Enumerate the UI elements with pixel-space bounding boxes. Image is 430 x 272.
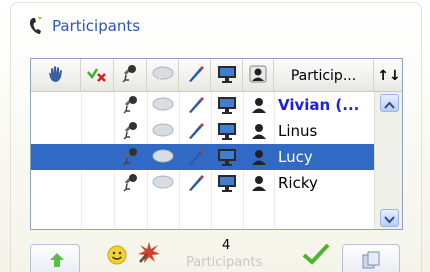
webcam-user-icon[interactable] — [243, 170, 274, 196]
panel-header[interactable]: Participants — [28, 10, 140, 42]
column-participant-name[interactable]: Particip... — [274, 59, 374, 92]
webcam-user-icon[interactable] — [243, 92, 274, 118]
chevron-up-icon — [384, 94, 395, 113]
microphone-icon[interactable] — [114, 144, 147, 170]
microphone-icon[interactable] — [114, 118, 147, 144]
pen-icon — [185, 64, 205, 88]
column-microphone[interactable] — [114, 59, 147, 92]
chat-bubble-icon[interactable] — [147, 92, 179, 118]
upload-button[interactable] — [30, 244, 80, 272]
participant-name: Vivian (... — [278, 96, 360, 114]
panel-title: Participants — [52, 17, 141, 35]
pen-icon[interactable] — [179, 170, 211, 196]
copy-button[interactable] — [342, 244, 400, 272]
participant-count-label: Participants — [186, 255, 263, 270]
sort-arrows-icon: ↑↓ — [377, 67, 401, 84]
burst-icon[interactable] — [136, 240, 162, 270]
raise-hand-icon — [46, 64, 66, 88]
chat-bubble-icon[interactable] — [147, 170, 179, 196]
column-webcam[interactable] — [243, 59, 274, 92]
column-status[interactable] — [81, 59, 114, 92]
participant-row[interactable]: Ricky — [31, 170, 374, 196]
pen-icon[interactable] — [179, 144, 211, 170]
pen-icon[interactable] — [179, 118, 211, 144]
participant-count: 4 — [222, 238, 231, 253]
webcam-user-icon[interactable] — [243, 118, 274, 144]
column-pen[interactable] — [179, 59, 211, 92]
upload-arrow-icon — [47, 251, 67, 271]
scroll-down-button[interactable] — [380, 209, 399, 227]
checkmark-icon[interactable] — [302, 242, 330, 270]
vertical-scrollbar[interactable] — [374, 92, 402, 229]
participant-name: Ricky — [278, 174, 318, 192]
scroll-up-button[interactable] — [380, 94, 399, 112]
participants-footer: 4 Participants — [0, 236, 430, 272]
participant-row[interactable]: Lucy — [31, 144, 374, 170]
smiley-icon[interactable] — [106, 244, 128, 270]
copy-icon — [361, 251, 381, 272]
column-screen[interactable] — [211, 59, 243, 92]
microphone-icon[interactable] — [114, 170, 147, 196]
webcam-user-icon — [247, 64, 269, 88]
microphone-icon — [120, 64, 140, 88]
participants-grid[interactable]: Particip... ↑↓ Vivian (... Linus Lucy Ricky — [30, 58, 403, 230]
participant-row[interactable]: Vivian (... — [31, 92, 374, 118]
pen-icon[interactable] — [179, 92, 211, 118]
participant-column-label: Particip... — [290, 67, 357, 84]
chat-bubble-icon[interactable] — [147, 144, 179, 170]
screen-share-icon[interactable] — [211, 118, 243, 144]
participant-row[interactable]: Linus — [31, 118, 374, 144]
screen-share-icon[interactable] — [211, 92, 243, 118]
chat-bubble-icon[interactable] — [147, 118, 179, 144]
screen-share-icon[interactable] — [211, 170, 243, 196]
microphone-icon[interactable] — [114, 92, 147, 118]
phone-handset-icon — [28, 16, 44, 36]
screen-share-icon[interactable] — [211, 144, 243, 170]
participant-name: Lucy — [278, 148, 313, 166]
column-header-row: Particip... ↑↓ — [31, 59, 402, 92]
chevron-down-icon — [384, 209, 395, 228]
participant-name: Linus — [278, 122, 318, 140]
webcam-user-icon[interactable] — [243, 144, 274, 170]
column-raise-hand[interactable] — [31, 59, 81, 92]
column-chat[interactable] — [147, 59, 179, 92]
chat-bubble-icon — [152, 66, 174, 86]
check-cross-icon — [86, 65, 108, 87]
sort-button[interactable]: ↑↓ — [374, 59, 402, 92]
screen-share-icon — [216, 64, 238, 88]
